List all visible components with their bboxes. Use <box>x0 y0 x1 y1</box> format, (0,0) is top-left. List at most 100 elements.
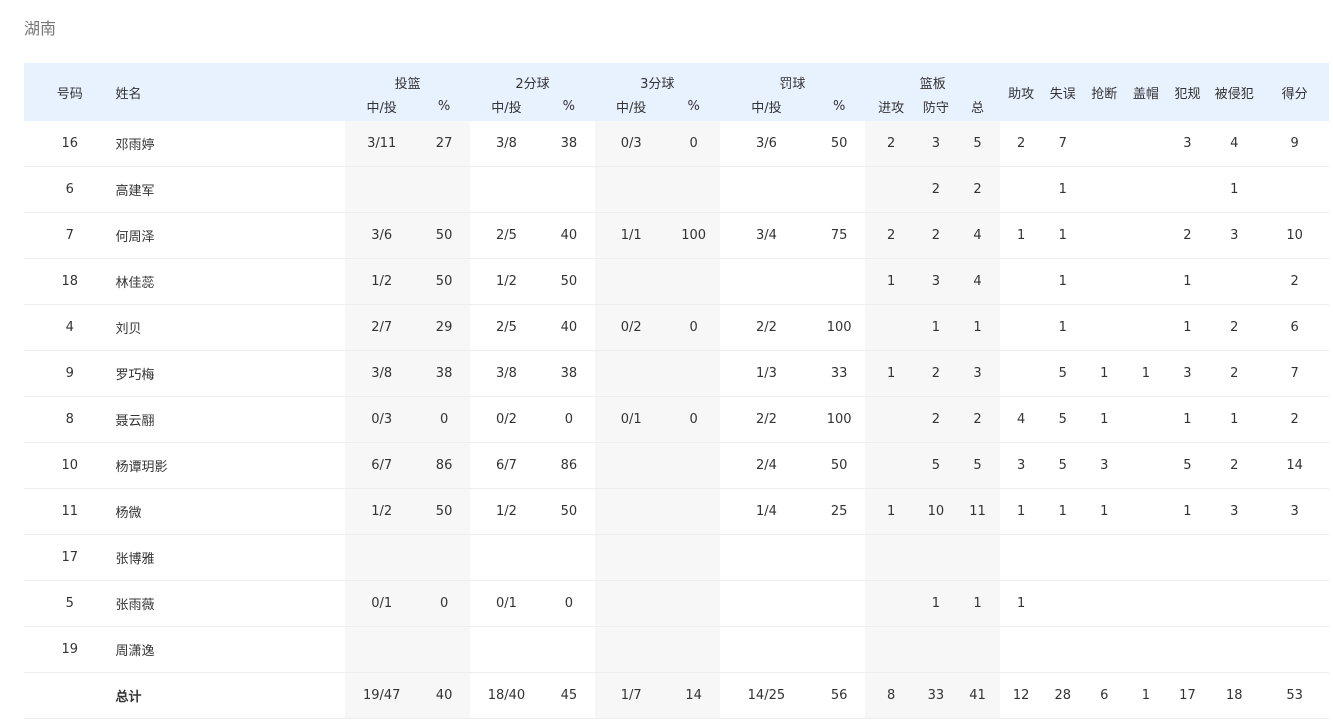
table-row: 10 杨谭玥影 6/7 86 6/7 86 2/4 50 5 5 3 5 3 5 2 14 <box>24 442 1329 489</box>
cell-tov: 5 <box>1041 350 1084 397</box>
table-row: 17 张博雅 <box>24 534 1329 581</box>
cell-fg-pct: 38 <box>418 350 471 397</box>
cell-name: 聂云翮 <box>115 396 346 443</box>
cell-three <box>594 166 668 213</box>
cell-two-pct: 38 <box>542 121 595 167</box>
cell-fd <box>1208 626 1261 673</box>
cell-name: 高建军 <box>115 166 346 213</box>
table-row: 11 杨微 1/2 50 1/2 50 1/4 25 1 10 11 1 1 1 1 3 3 <box>24 488 1329 535</box>
cell-fg: 6/7 <box>345 442 419 489</box>
cell-ast: 3 <box>1000 442 1042 489</box>
cell-oreb: 8 <box>865 672 918 719</box>
cell-treb: 2 <box>954 166 1001 213</box>
table-row: 6 高建军 2 2 1 1 <box>24 166 1329 213</box>
cell-tov: 1 <box>1041 212 1084 259</box>
cell-dreb: 3 <box>917 121 955 167</box>
cell-num: 17 <box>24 534 116 581</box>
cell-num: 7 <box>24 212 116 259</box>
cell-stl <box>1083 121 1126 167</box>
col-fg-pct: % <box>418 92 471 121</box>
cell-pf: 2 <box>1166 212 1209 259</box>
cell-three: 1/7 <box>594 672 668 719</box>
cell-treb: 11 <box>954 488 1001 535</box>
cell-tov: 1 <box>1041 488 1084 535</box>
cell-num: 18 <box>24 258 116 305</box>
cell-fg-pct <box>418 626 471 673</box>
box-score-table: 号码 姓名 投篮 2分球 3分球 罚球 篮板 助攻 失误 抢断 盖帽 犯规 被侵… <box>24 63 1329 719</box>
col-stl: 抢断 <box>1083 63 1126 121</box>
cell-pf <box>1166 580 1209 627</box>
cell-tov <box>1041 626 1084 673</box>
col-fd: 被侵犯 <box>1208 63 1261 121</box>
cell-three <box>594 350 668 397</box>
cell-blk <box>1125 580 1167 627</box>
cell-pf: 1 <box>1166 396 1209 443</box>
cell-three-pct <box>667 258 720 305</box>
cell-three-pct: 100 <box>667 212 720 259</box>
cell-fg-pct: 29 <box>418 304 471 351</box>
cell-treb: 5 <box>954 442 1001 489</box>
cell-treb: 2 <box>954 396 1001 443</box>
col-two-made-att: 中/投 <box>470 92 543 121</box>
cell-pts: 3 <box>1260 488 1329 535</box>
cell-three <box>594 534 668 581</box>
col-treb: 总 <box>954 92 1001 121</box>
cell-blk <box>1125 121 1167 167</box>
cell-ast: 2 <box>1000 121 1042 167</box>
cell-two-pct: 86 <box>542 442 595 489</box>
cell-ft: 1/4 <box>719 488 814 535</box>
cell-num: 19 <box>24 626 116 673</box>
cell-fg-pct: 50 <box>418 488 471 535</box>
cell-pf: 3 <box>1166 350 1209 397</box>
cell-ft-pct: 25 <box>813 488 866 535</box>
cell-name: 邓雨婷 <box>115 121 346 167</box>
cell-pf <box>1166 166 1209 213</box>
cell-dreb: 5 <box>917 442 955 489</box>
cell-tov <box>1041 534 1084 581</box>
cell-blk <box>1125 396 1167 443</box>
cell-blk: 1 <box>1125 672 1167 719</box>
cell-fg: 0/1 <box>345 580 419 627</box>
col-group-two: 2分球 <box>470 63 595 92</box>
cell-two-pct <box>542 534 595 581</box>
cell-pf: 1 <box>1166 304 1209 351</box>
table-row: 16 邓雨婷 3/11 27 3/8 38 0/3 0 3/6 50 2 3 5 2 7 3 4 9 <box>24 121 1329 167</box>
cell-oreb: 1 <box>865 258 918 305</box>
cell-pts <box>1260 580 1329 627</box>
cell-name: 罗巧梅 <box>115 350 346 397</box>
cell-treb: 41 <box>954 672 1001 719</box>
cell-ast: 12 <box>1000 672 1042 719</box>
cell-dreb: 2 <box>917 396 955 443</box>
cell-three-pct <box>667 534 720 581</box>
cell-two: 3/8 <box>470 350 543 397</box>
cell-ast <box>1000 166 1042 213</box>
cell-ft <box>719 534 814 581</box>
cell-blk <box>1125 534 1167 581</box>
cell-blk <box>1125 258 1167 305</box>
team-name: 湖南 <box>24 19 57 38</box>
cell-ft: 2/4 <box>719 442 814 489</box>
cell-pf: 1 <box>1166 258 1209 305</box>
cell-ft: 14/25 <box>719 672 814 719</box>
cell-oreb: 1 <box>865 488 918 535</box>
cell-pts <box>1260 626 1329 673</box>
cell-three-pct: 14 <box>667 672 720 719</box>
cell-stl <box>1083 304 1126 351</box>
cell-ast <box>1000 304 1042 351</box>
cell-oreb <box>865 304 918 351</box>
cell-tov: 1 <box>1041 166 1084 213</box>
cell-fg: 19/47 <box>345 672 419 719</box>
table-body: 16 邓雨婷 3/11 27 3/8 38 0/3 0 3/6 50 2 3 5 2 7 3 4 9 6 高建军 2 2 1… <box>24 121 1329 719</box>
cell-dreb <box>917 626 955 673</box>
cell-name: 张雨薇 <box>115 580 346 627</box>
cell-fg: 3/6 <box>345 212 419 259</box>
cell-ast: 1 <box>1000 488 1042 535</box>
cell-two-pct: 45 <box>542 672 595 719</box>
cell-pts: 2 <box>1260 258 1329 305</box>
cell-treb: 1 <box>954 304 1001 351</box>
cell-stl <box>1083 258 1126 305</box>
cell-ft-pct: 50 <box>813 121 866 167</box>
cell-pf <box>1166 626 1209 673</box>
cell-dreb: 3 <box>917 258 955 305</box>
cell-blk <box>1125 304 1167 351</box>
